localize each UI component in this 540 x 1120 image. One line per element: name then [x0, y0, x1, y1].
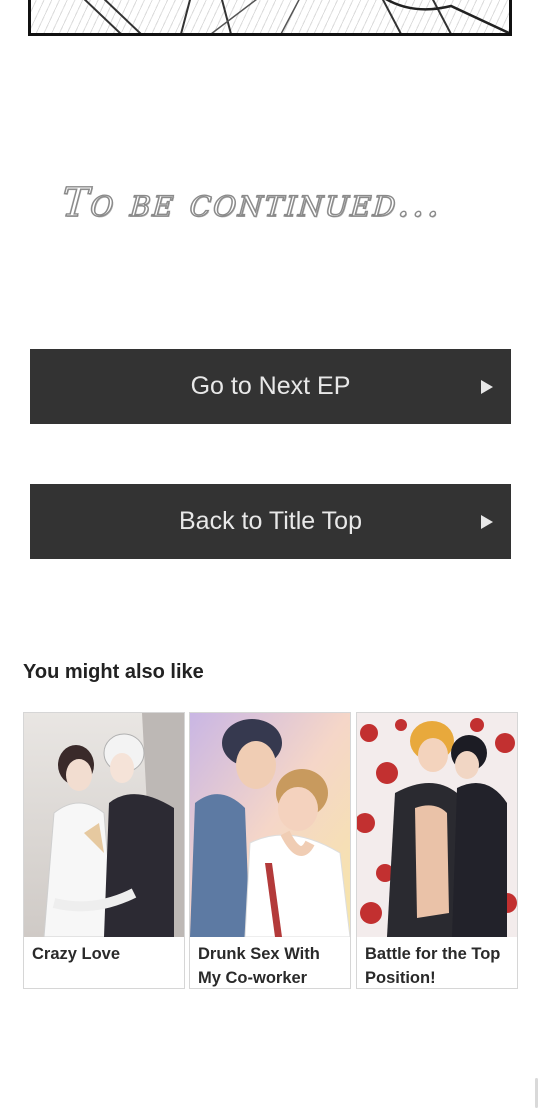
recommendation-card-drunk-sex-with-my-co-worker[interactable]: Drunk Sex With My Co-worker — [189, 712, 351, 989]
to-be-continued-banner: To be continued... — [60, 179, 540, 240]
manga-panel-bottom — [28, 0, 512, 36]
scroll-indicator[interactable] — [535, 1078, 538, 1108]
cover-image — [190, 713, 350, 937]
next-episode-label: Go to Next EP — [190, 372, 351, 400]
to-be-continued-text: To be continued... — [60, 179, 444, 226]
manga-artwork — [83, 0, 509, 33]
card-title: Crazy Love — [32, 945, 121, 963]
recommendations-heading: You might also like — [23, 661, 204, 683]
cover-image — [357, 713, 517, 937]
play-arrow-icon — [481, 514, 493, 529]
recommendation-card-crazy-love[interactable]: Crazy Love — [23, 712, 185, 989]
back-to-title-label: Back to Title Top — [179, 507, 362, 535]
play-arrow-icon — [481, 379, 493, 394]
card-title: Drunk Sex With My Co-worker — [198, 945, 320, 987]
back-to-title-button[interactable]: Back to Title Top — [30, 484, 511, 559]
recommendations-list: Crazy Love Drunk Sex With My Co-worker B… — [23, 712, 519, 990]
next-episode-button[interactable]: Go to Next EP — [30, 349, 511, 424]
cover-image — [24, 713, 184, 937]
card-title: Battle for the Top Position! — [365, 945, 501, 987]
recommendation-card-battle-for-the-top-position[interactable]: Battle for the Top Position! — [356, 712, 518, 989]
